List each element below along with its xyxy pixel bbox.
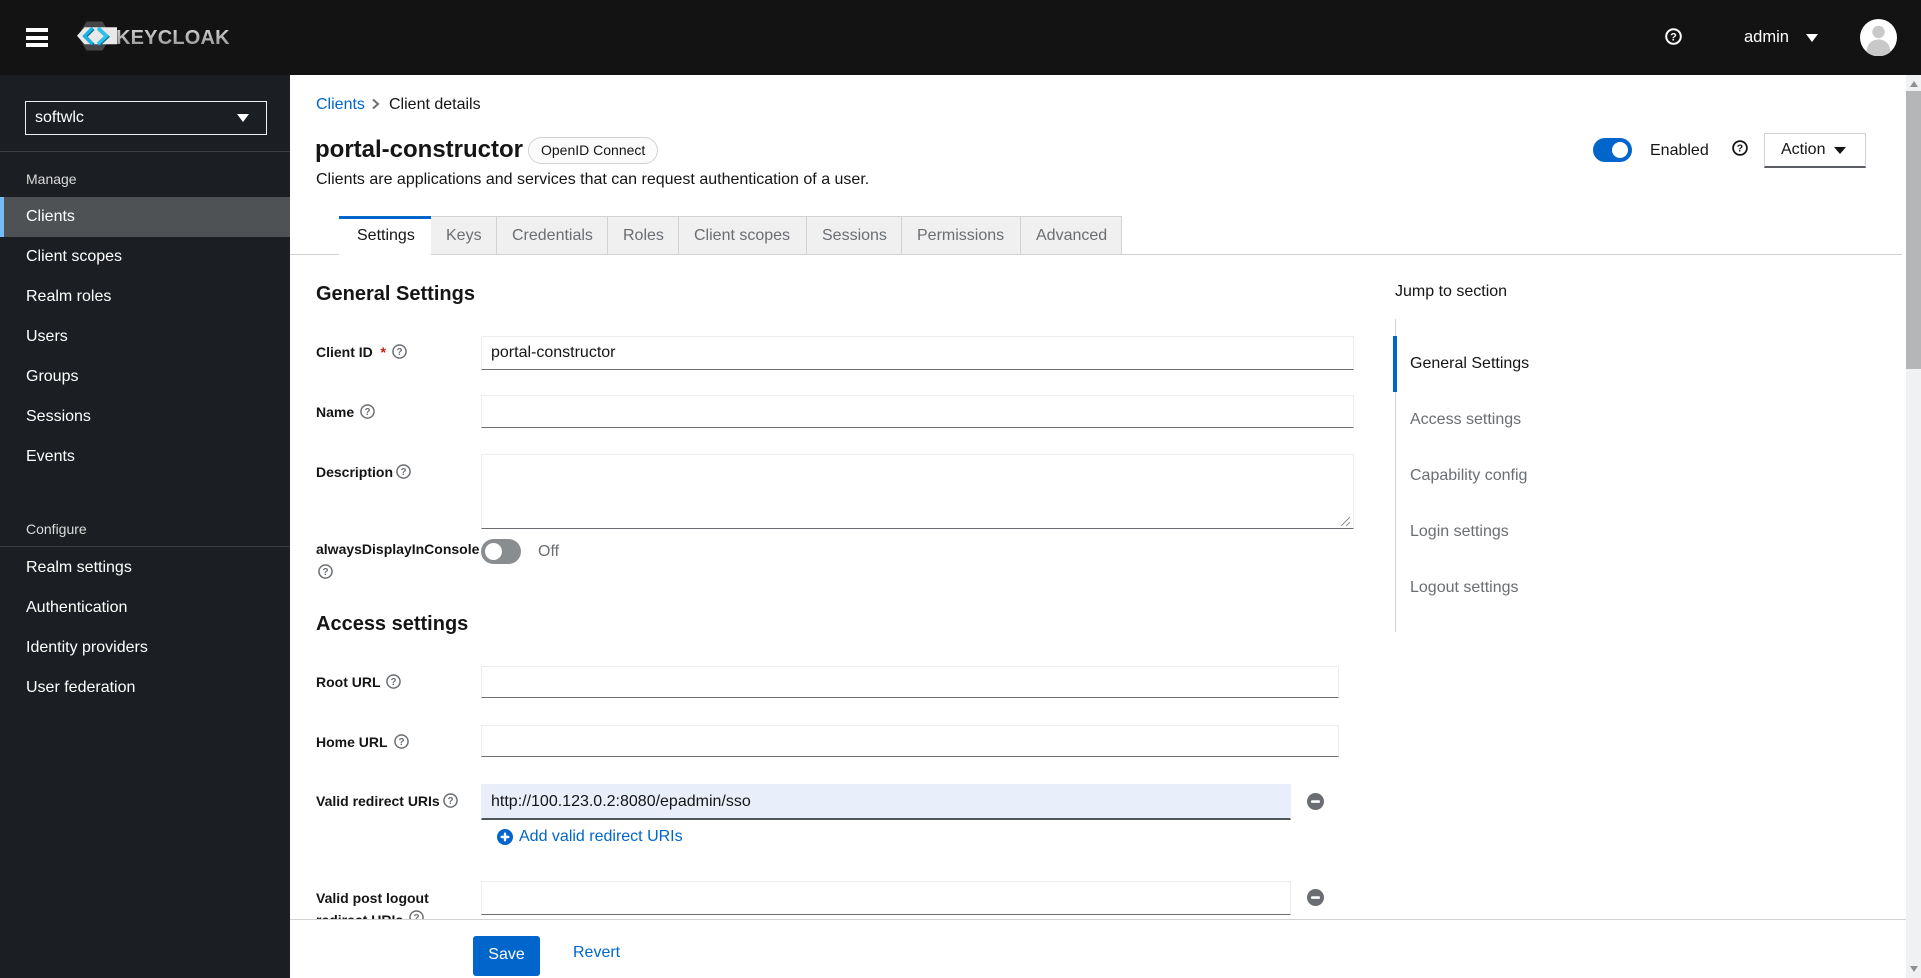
svg-text:?: ? xyxy=(390,677,396,688)
svg-text:?: ? xyxy=(396,347,402,358)
svg-text:?: ? xyxy=(400,467,406,478)
svg-text:?: ? xyxy=(398,737,404,748)
svg-text:KEYCLOAK: KEYCLOAK xyxy=(116,27,230,49)
svg-text:?: ? xyxy=(1670,31,1677,43)
svg-text:?: ? xyxy=(447,796,453,807)
svg-text:?: ? xyxy=(1737,143,1743,155)
svg-text:?: ? xyxy=(364,407,370,418)
svg-text:?: ? xyxy=(322,567,328,578)
